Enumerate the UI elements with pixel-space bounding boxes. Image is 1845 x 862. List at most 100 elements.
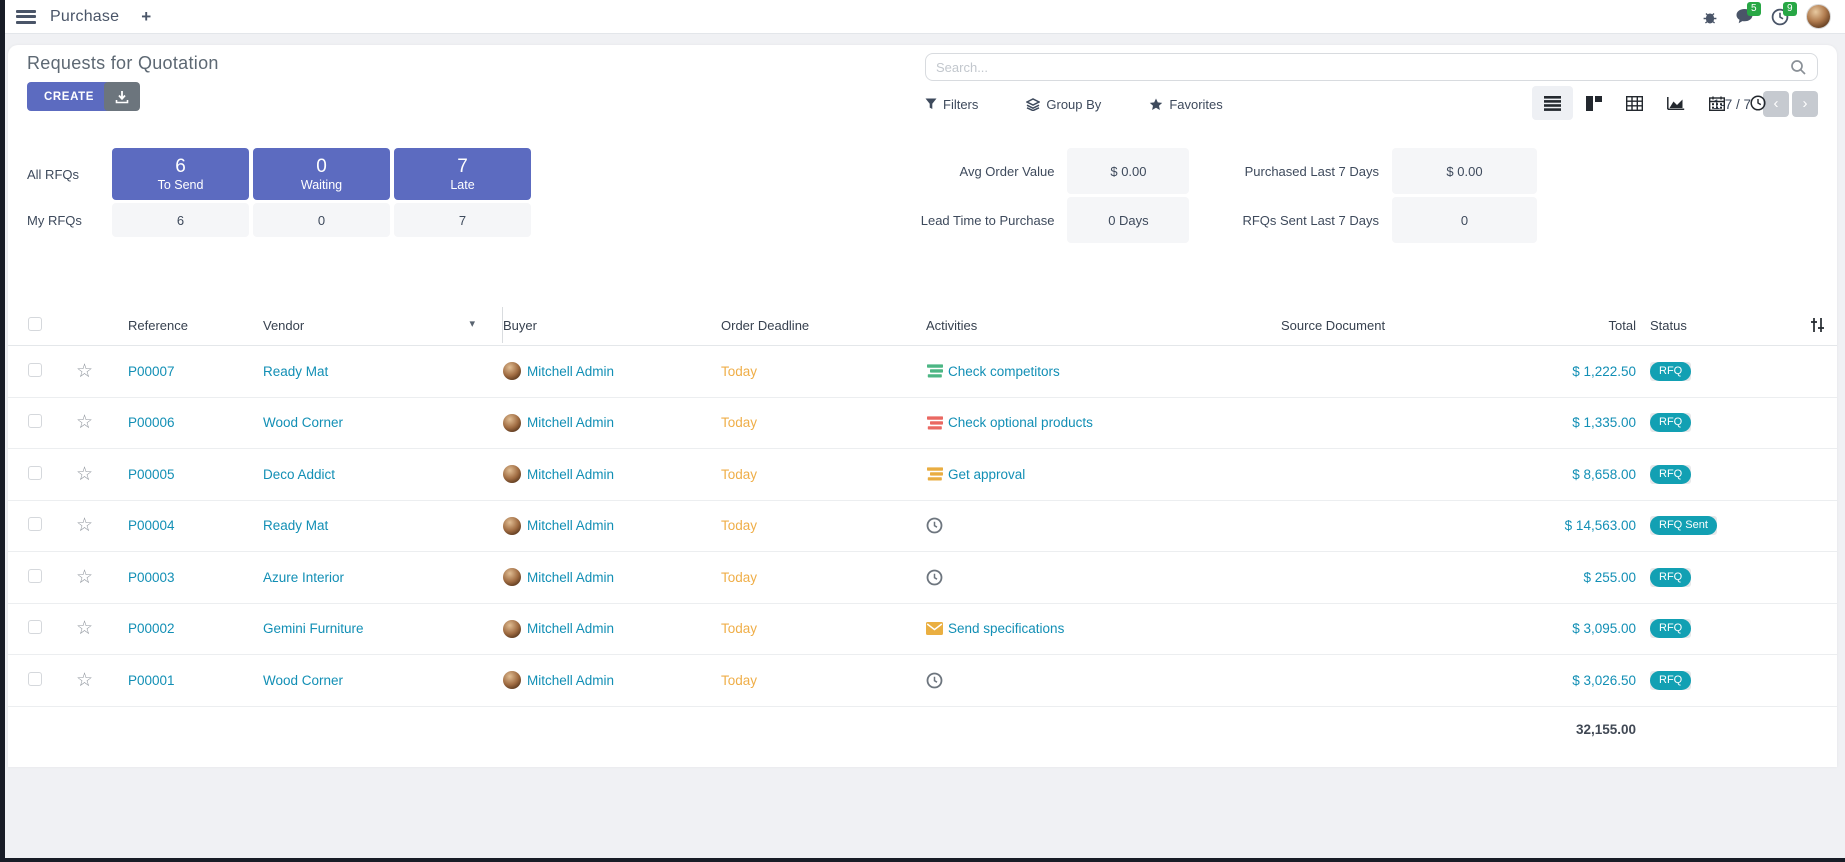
row-checkbox[interactable]	[28, 466, 42, 480]
header-buyer[interactable]: Buyer	[503, 318, 721, 333]
row-checkbox[interactable]	[28, 672, 42, 686]
buyer-cell[interactable]: Mitchell Admin	[503, 620, 721, 638]
reference-link[interactable]: P00001	[128, 673, 263, 688]
column-resize-divider[interactable]	[502, 307, 503, 343]
row-checkbox[interactable]	[28, 620, 42, 634]
activity-cell[interactable]: Get approval	[926, 467, 1226, 482]
vendor-link[interactable]: Ready Mat	[263, 364, 503, 379]
search-icon[interactable]	[1790, 59, 1807, 76]
activity-label[interactable]: Get approval	[948, 467, 1025, 482]
reference-link[interactable]: P00002	[128, 621, 263, 636]
activity-icon[interactable]	[926, 672, 943, 689]
header-source-document[interactable]: Source Document	[1226, 318, 1526, 333]
calendar-view-button[interactable]	[1696, 86, 1737, 120]
kpi-my-late[interactable]: 7	[394, 203, 531, 237]
activity-label[interactable]: Check competitors	[948, 364, 1060, 379]
vendor-link[interactable]: Deco Addict	[263, 467, 503, 482]
select-all-checkbox[interactable]	[28, 317, 42, 331]
rfq-table-row[interactable]: ☆ P00005 Deco Addict Mitchell Admin Toda…	[8, 449, 1837, 501]
activity-view-button[interactable]	[1737, 86, 1778, 120]
rfq-table-row[interactable]: ☆ P00006 Wood Corner Mitchell Admin Toda…	[8, 398, 1837, 450]
messages-icon[interactable]: 5	[1735, 8, 1754, 25]
header-status[interactable]: Status	[1636, 318, 1726, 333]
row-checkbox[interactable]	[28, 517, 42, 531]
activity-cell[interactable]: Check competitors	[926, 364, 1226, 379]
rfq-table-row[interactable]: ☆ P00003 Azure Interior Mitchell Admin T…	[8, 552, 1837, 604]
activity-icon[interactable]	[926, 364, 943, 378]
activity-icon[interactable]	[926, 622, 943, 635]
row-checkbox[interactable]	[28, 363, 42, 377]
reference-link[interactable]: P00005	[128, 467, 263, 482]
activity-icon[interactable]	[926, 467, 943, 481]
row-checkbox[interactable]	[28, 569, 42, 583]
reference-link[interactable]: P00003	[128, 570, 263, 585]
activity-cell[interactable]: Send specifications	[926, 621, 1226, 636]
reference-link[interactable]: P00006	[128, 415, 263, 430]
header-order-deadline[interactable]: Order Deadline	[721, 318, 926, 333]
favorite-star-icon[interactable]: ☆	[76, 670, 93, 691]
favorite-star-icon[interactable]: ☆	[76, 515, 93, 536]
favorite-star-icon[interactable]: ☆	[76, 618, 93, 639]
rfq-table-row[interactable]: ☆ P00002 Gemini Furniture Mitchell Admin…	[8, 604, 1837, 656]
activity-cell[interactable]: Check optional products	[926, 415, 1226, 430]
favorites-button[interactable]: Favorites	[1149, 97, 1222, 112]
favorite-star-icon[interactable]: ☆	[76, 567, 93, 588]
vendor-link[interactable]: Wood Corner	[263, 673, 503, 688]
filters-button[interactable]: Filters	[925, 97, 978, 112]
buyer-cell[interactable]: Mitchell Admin	[503, 362, 721, 380]
bug-icon[interactable]	[1702, 9, 1718, 25]
favorite-star-icon[interactable]: ☆	[76, 464, 93, 485]
favorite-star-icon[interactable]: ☆	[76, 412, 93, 433]
header-reference[interactable]: Reference	[128, 318, 263, 333]
vendor-link[interactable]: Gemini Furniture	[263, 621, 503, 636]
header-activities[interactable]: Activities	[926, 318, 1226, 333]
activity-cell[interactable]	[926, 672, 1226, 689]
reference-link[interactable]: P00004	[128, 518, 263, 533]
buyer-name: Mitchell Admin	[527, 673, 614, 688]
vendor-link[interactable]: Azure Interior	[263, 570, 503, 585]
vendor-link[interactable]: Ready Mat	[263, 518, 503, 533]
search-input[interactable]	[936, 60, 1790, 75]
group-by-button[interactable]: Group By	[1026, 97, 1101, 112]
new-tab-button[interactable]: +	[141, 7, 151, 27]
row-checkbox[interactable]	[28, 414, 42, 428]
activity-cell[interactable]	[926, 517, 1226, 534]
rfq-table-row[interactable]: ☆ P00004 Ready Mat Mitchell Admin Today …	[8, 501, 1837, 553]
activity-label[interactable]: Send specifications	[948, 621, 1064, 636]
rfq-table-row[interactable]: ☆ P00007 Ready Mat Mitchell Admin Today …	[8, 346, 1837, 398]
header-total[interactable]: Total	[1526, 318, 1636, 333]
export-button[interactable]	[104, 82, 140, 111]
kpi-waiting-card[interactable]: 0 Waiting	[253, 148, 390, 200]
buyer-cell[interactable]: Mitchell Admin	[503, 465, 721, 483]
user-avatar[interactable]	[1806, 4, 1831, 29]
graph-view-button[interactable]	[1655, 86, 1696, 120]
activity-cell[interactable]	[926, 569, 1226, 586]
optional-columns-icon[interactable]	[1726, 317, 1825, 333]
kpi-my-waiting[interactable]: 0	[253, 203, 390, 237]
activity-icon[interactable]	[926, 517, 943, 534]
reference-link[interactable]: P00007	[128, 364, 263, 379]
activity-icon[interactable]	[926, 569, 943, 586]
search-bar[interactable]	[925, 53, 1818, 81]
header-vendor[interactable]: Vendor ▾	[263, 305, 503, 345]
kpi-late-card[interactable]: 7 Late	[394, 148, 531, 200]
activities-clock-icon[interactable]: 9	[1771, 8, 1789, 26]
favorite-star-icon[interactable]: ☆	[76, 361, 93, 382]
create-button[interactable]: CREATE	[27, 82, 111, 111]
vendor-link[interactable]: Wood Corner	[263, 415, 503, 430]
buyer-cell[interactable]: Mitchell Admin	[503, 671, 721, 689]
buyer-cell[interactable]: Mitchell Admin	[503, 568, 721, 586]
kanban-view-button[interactable]	[1573, 86, 1614, 120]
app-title[interactable]: Purchase	[50, 8, 119, 26]
list-view-button[interactable]	[1532, 86, 1573, 120]
apps-menu-icon[interactable]	[16, 10, 36, 24]
kpi-to-send-card[interactable]: 6 To Send	[112, 148, 249, 200]
pager-next-button[interactable]: ›	[1792, 91, 1818, 117]
activity-label[interactable]: Check optional products	[948, 415, 1093, 430]
activity-icon[interactable]	[926, 416, 943, 430]
buyer-cell[interactable]: Mitchell Admin	[503, 517, 721, 535]
pivot-view-button[interactable]	[1614, 86, 1655, 120]
kpi-my-to-send[interactable]: 6	[112, 203, 249, 237]
buyer-cell[interactable]: Mitchell Admin	[503, 414, 721, 432]
rfq-table-row[interactable]: ☆ P00001 Wood Corner Mitchell Admin Toda…	[8, 655, 1837, 707]
